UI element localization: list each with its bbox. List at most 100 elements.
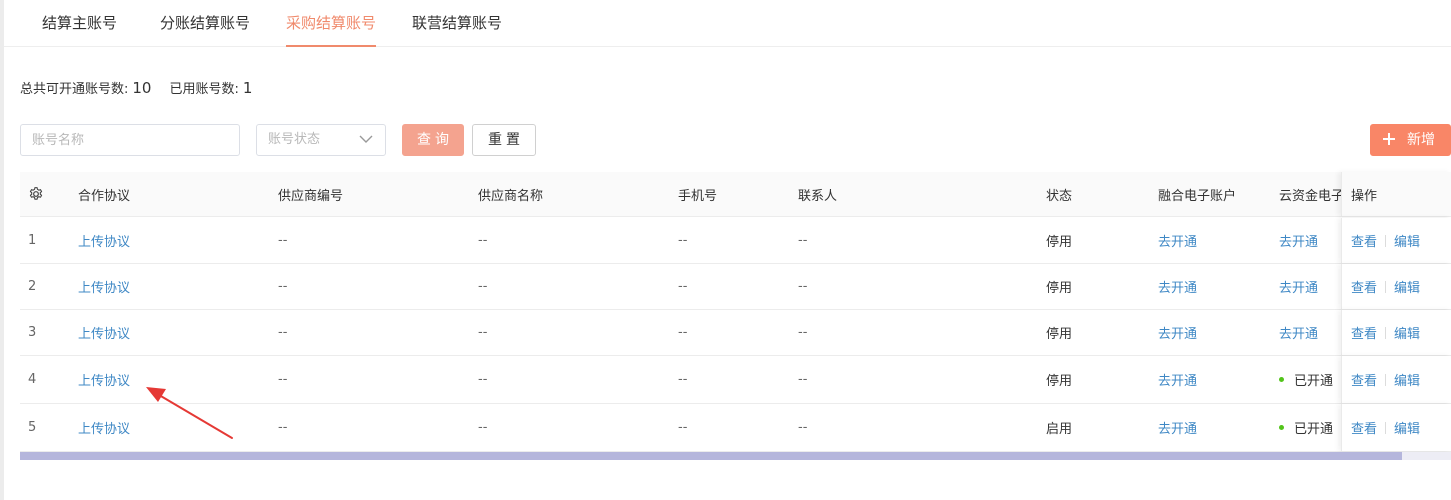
upload-agreement-link[interactable]: 上传协议 — [78, 218, 130, 263]
status-cell: 停用 — [1046, 327, 1073, 342]
operations-cell: 查看 编辑 — [1341, 356, 1451, 403]
account-summary: 总共可开通账号数: 10 已用账号数: 1 — [20, 78, 252, 97]
contact-cell: -- — [798, 325, 808, 340]
supplier-no-cell: -- — [278, 233, 288, 248]
status-cell: 停用 — [1046, 374, 1073, 389]
column-header-cloud-account: 云资金电子 — [1279, 188, 1341, 204]
edit-link[interactable]: 编辑 — [1394, 277, 1420, 296]
horizontal-scrollbar[interactable] — [20, 452, 1451, 460]
operations-cell: 查看 编辑 — [1341, 218, 1451, 263]
divider — [1385, 234, 1387, 247]
add-button[interactable]: 新增 — [1370, 124, 1451, 156]
divider — [1385, 280, 1387, 293]
status-cell: 停用 — [1046, 235, 1073, 250]
view-link[interactable]: 查看 — [1351, 231, 1377, 250]
supplier-no-cell: -- — [278, 372, 288, 387]
reset-button[interactable]: 重置 — [472, 124, 536, 156]
column-header-contact: 联系人 — [798, 188, 838, 204]
used-accounts-value: 1 — [242, 79, 253, 97]
cloud-account-open-link[interactable]: 去开通 — [1279, 310, 1318, 355]
fusion-account-open-link[interactable]: 去开通 — [1158, 404, 1197, 451]
scrollbar-thumb[interactable] — [20, 452, 1402, 460]
table-header: 合作协议 供应商编号 供应商名称 手机号 联系人 状态 融合电子账户 云资金电子… — [20, 172, 1451, 217]
row-index: 1 — [28, 233, 37, 248]
tab-bar: 结算主账号 分账结算账号 采购结算账号 联营结算账号 — [4, 0, 1451, 47]
total-accounts-label: 总共可开通账号数: — [20, 82, 129, 97]
upload-agreement-link[interactable]: 上传协议 — [78, 264, 130, 309]
account-status-placeholder: 账号状态 — [268, 132, 321, 147]
operations-cell: 查看 编辑 — [1341, 404, 1451, 451]
upload-agreement-link[interactable]: 上传协议 — [78, 404, 130, 451]
upload-agreement-link[interactable]: 上传协议 — [78, 310, 130, 355]
contact-cell: -- — [798, 420, 808, 435]
cloud-account-open-link[interactable]: 去开通 — [1279, 218, 1318, 263]
status-dot-icon — [1279, 377, 1284, 382]
supplier-name-cell: -- — [478, 372, 488, 387]
tab-joint-account[interactable]: 联营结算账号 — [412, 0, 502, 47]
add-button-label: 新增 — [1407, 132, 1435, 148]
upload-agreement-link[interactable]: 上传协议 — [78, 356, 130, 403]
operations-header-column: 操作 — [1341, 172, 1451, 216]
used-accounts-label: 已用账号数: — [169, 82, 239, 97]
tab-purchase-account[interactable]: 采购结算账号 — [286, 0, 377, 47]
column-header-agreement: 合作协议 — [78, 188, 131, 204]
row-index: 3 — [28, 325, 37, 340]
fusion-account-open-link[interactable]: 去开通 — [1158, 218, 1197, 263]
phone-cell: -- — [678, 372, 688, 387]
status-cell: 启用 — [1046, 422, 1073, 437]
fusion-account-open-link[interactable]: 去开通 — [1158, 264, 1197, 309]
query-button[interactable]: 查询 — [402, 124, 464, 156]
left-edge-strip — [0, 0, 4, 500]
annotation-arrow-icon — [146, 387, 233, 439]
cloud-account-status: 已开通 — [1279, 404, 1333, 451]
table-row: 1 上传协议 -- -- -- -- 停用 去开通 去开通 查看 编辑 — [20, 218, 1451, 264]
supplier-name-cell: -- — [478, 233, 488, 248]
table-row: 3 上传协议 -- -- -- -- 停用 去开通 去开通 查看 编辑 — [20, 310, 1451, 356]
edit-link[interactable]: 编辑 — [1394, 323, 1420, 342]
edit-link[interactable]: 编辑 — [1394, 418, 1420, 437]
column-header-operations: 操作 — [1351, 188, 1378, 204]
plus-icon — [1383, 133, 1395, 145]
column-header-supplier-no: 供应商编号 — [278, 188, 344, 204]
fusion-account-open-link[interactable]: 去开通 — [1158, 356, 1197, 403]
edit-link[interactable]: 编辑 — [1394, 231, 1420, 250]
edit-link[interactable]: 编辑 — [1394, 370, 1420, 389]
column-header-fusion-account: 融合电子账户 — [1158, 188, 1237, 204]
view-link[interactable]: 查看 — [1351, 370, 1377, 389]
supplier-name-cell: -- — [478, 420, 488, 435]
column-header-status: 状态 — [1046, 188, 1073, 204]
view-link[interactable]: 查看 — [1351, 277, 1377, 296]
divider — [1385, 373, 1387, 386]
chevron-down-icon — [359, 135, 373, 143]
row-index: 2 — [28, 279, 37, 294]
fusion-account-open-link[interactable]: 去开通 — [1158, 310, 1197, 355]
cloud-account-open-link[interactable]: 去开通 — [1279, 264, 1318, 309]
tab-main-account[interactable]: 结算主账号 — [42, 0, 117, 47]
status-dot-icon — [1279, 425, 1284, 430]
tab-split-account[interactable]: 分账结算账号 — [160, 0, 250, 47]
cloud-account-status-text: 已开通 — [1294, 374, 1334, 389]
view-link[interactable]: 查看 — [1351, 323, 1377, 342]
divider — [1385, 326, 1387, 339]
table-row: 2 上传协议 -- -- -- -- 停用 去开通 去开通 查看 编辑 — [20, 264, 1451, 310]
supplier-name-cell: -- — [478, 325, 488, 340]
column-header-phone: 手机号 — [678, 188, 718, 204]
status-cell: 停用 — [1046, 281, 1073, 296]
cloud-account-status: 已开通 — [1279, 356, 1333, 403]
operations-cell: 查看 编辑 — [1341, 264, 1451, 309]
account-name-input[interactable] — [20, 124, 240, 156]
supplier-no-cell: -- — [278, 325, 288, 340]
supplier-name-cell: -- — [478, 279, 488, 294]
phone-cell: -- — [678, 420, 688, 435]
settings-gear-cell[interactable] — [28, 172, 44, 216]
supplier-no-cell: -- — [278, 420, 288, 435]
operations-cell: 查看 编辑 — [1341, 310, 1451, 355]
phone-cell: -- — [678, 325, 688, 340]
gear-icon — [29, 187, 43, 200]
column-header-supplier-name: 供应商名称 — [478, 188, 544, 204]
account-status-select[interactable]: 账号状态 — [256, 124, 386, 156]
supplier-no-cell: -- — [278, 279, 288, 294]
view-link[interactable]: 查看 — [1351, 418, 1377, 437]
row-index: 5 — [28, 420, 37, 435]
total-accounts-value: 10 — [132, 79, 152, 97]
